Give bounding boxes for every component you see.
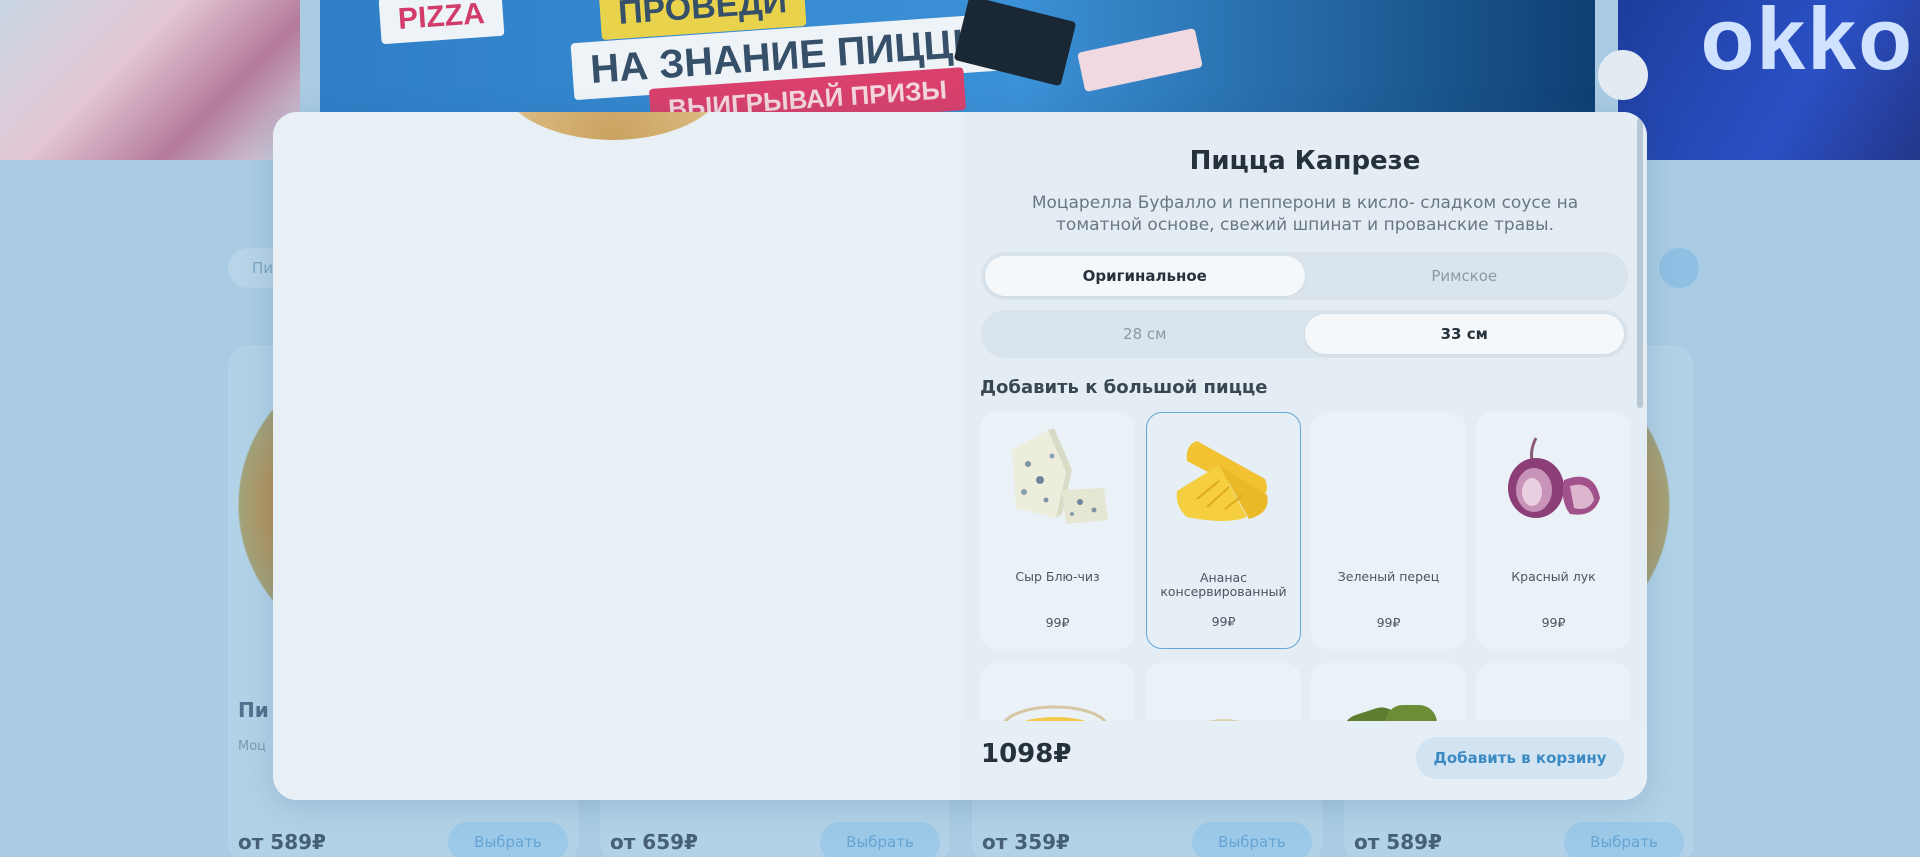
addon-price: 99₽ [1045,615,1070,630]
addon-name: Зеленый перец [1337,569,1440,584]
addon-card-green-pepper[interactable]: Зеленый перец 99₽ [1311,412,1466,649]
addon-card-pineapple[interactable]: Ананас консервированный 99₽ [1146,412,1301,649]
size-selector: 28 см 33 см [981,310,1628,358]
addon-price: 99₽ [1541,615,1566,630]
total-price: 1098₽ [981,739,1072,769]
card-title-bg: Пи [238,698,269,722]
green-pepper-icon [1331,420,1446,535]
product-description: Моцарелла Буфалло и пепперони в кисло- с… [1031,193,1579,235]
size-option-28[interactable]: 28 см [985,314,1305,354]
addons-section-title: Добавить к большой пицце [980,377,1268,398]
banner-ticket-shape [953,0,1077,87]
close-modal-button[interactable] [1598,50,1648,100]
pineapple-icon [1176,441,1268,521]
product-modal: Пицца Капрезе Моцарелла Буфалло и пеппер… [273,112,1647,800]
addon-name: Сыр Блю-чиз [1015,569,1100,584]
dough-option-original[interactable]: Оригинальное [985,256,1305,296]
addon-card-red-onion[interactable]: Красный лук 99₽ [1476,412,1631,649]
blue-cheese-icon [1012,428,1108,524]
dough-option-roman[interactable]: Римское [1305,256,1625,296]
product-options-panel: Пицца Капрезе Моцарелла Буфалло и пеппер… [963,112,1647,800]
red-onion-icon [1508,437,1600,518]
banner-sticker-shape [1077,27,1203,93]
card-price-bg: от 659₽ [610,830,698,854]
size-option-33[interactable]: 33 см [1304,314,1624,354]
modal-footer: 1098₽ Добавить в корзину [963,721,1647,800]
card-price-bg: от 589₽ [1354,830,1442,854]
banner-brand-text: PIZZA [378,0,505,45]
product-title: Пицца Капрезе [1189,146,1421,176]
pizza-image-panel [273,112,963,800]
card-select-button-bg[interactable]: Выбрать [448,822,568,857]
addon-price: 99₽ [1211,614,1236,629]
addon-price: 99₽ [1376,615,1401,630]
addon-name: Ананас консервированный [1160,570,1287,599]
addon-name: Красный лук [1511,569,1596,584]
promo-banner-okko[interactable]: okko [1618,0,1920,160]
pizza-image [498,112,728,140]
promo-banner-left[interactable] [0,0,300,160]
card-select-button-bg[interactable]: Выбрать [1192,822,1312,857]
add-to-cart-button[interactable]: Добавить в корзину [1416,737,1624,779]
dough-selector: Оригинальное Римское [981,252,1628,300]
card-select-button-bg[interactable]: Выбрать [820,822,940,857]
addon-card-blue-cheese[interactable]: Сыр Блю-чиз 99₽ [980,412,1135,649]
category-scroll-arrow[interactable] [1659,248,1699,288]
card-price-bg: от 359₽ [982,830,1070,854]
card-price-bg: от 589₽ [238,830,326,854]
okko-logo: okko [1700,0,1914,88]
card-select-button-bg[interactable]: Выбрать [1564,822,1684,857]
card-desc-bg: Моц [238,739,267,754]
